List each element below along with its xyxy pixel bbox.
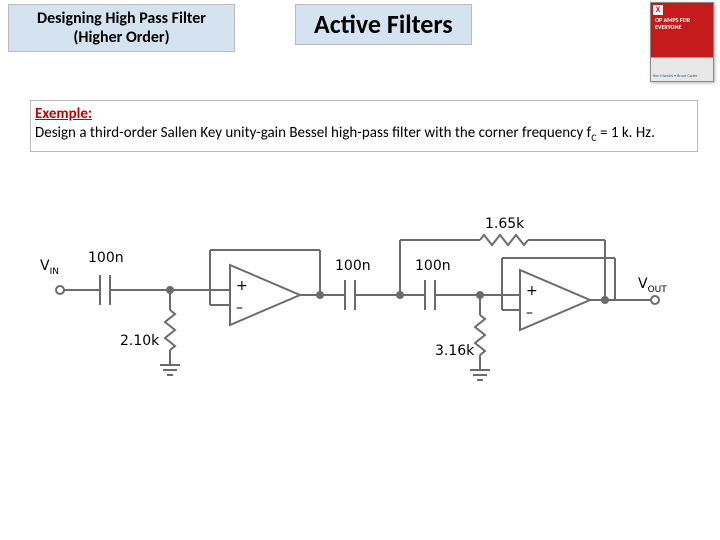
book-authors: Ron Mancini • Bruce Carter (653, 75, 711, 79)
r1-label: 2.10k (120, 333, 160, 349)
book-cover: X OP AMPS FOR EVERYONE Ron Mancini • Bru… (650, 2, 714, 82)
op1-plus: + (236, 278, 248, 294)
example-label: Exemple: (35, 105, 92, 123)
subheading-line2: (Higher Order) (73, 28, 169, 47)
header-row: Designing High Pass Filter (Higher Order… (0, 0, 720, 52)
book-logo: X (653, 5, 663, 15)
r3-label: 3.16k (435, 343, 475, 359)
example-text-2: = 1 k. Hz. (597, 124, 655, 142)
c2-label: 100n (335, 258, 371, 274)
svg-text:VIN: VIN (40, 258, 59, 277)
svg-text:VOUT: VOUT (638, 276, 667, 295)
example-text-1: Design a third-order Sallen Key unity-ga… (35, 124, 591, 142)
c1-label: 100n (88, 250, 124, 266)
vout-sub: OUT (648, 285, 668, 295)
vout-label: V (638, 276, 648, 292)
op2-plus: + (526, 283, 538, 299)
c3-label: 100n (415, 258, 451, 274)
example-box: Exemple: Design a third-order Sallen Key… (30, 100, 698, 151)
circuit-diagram: VIN 100n 2.10k + – 100n 100n 1.65k 3.16k… (40, 210, 680, 410)
op1-minus: – (236, 300, 243, 316)
subheading-line1: Designing High Pass Filter (37, 9, 206, 28)
vin-label: V (40, 258, 50, 274)
r2-label: 1.65k (485, 216, 525, 232)
vin-sub: IN (50, 267, 59, 277)
page-title: Active Filters (295, 4, 472, 45)
book-title: OP AMPS FOR EVERYONE (655, 17, 711, 30)
section-subheading: Designing High Pass Filter (Higher Order… (8, 4, 235, 52)
op2-minus: – (526, 305, 533, 321)
